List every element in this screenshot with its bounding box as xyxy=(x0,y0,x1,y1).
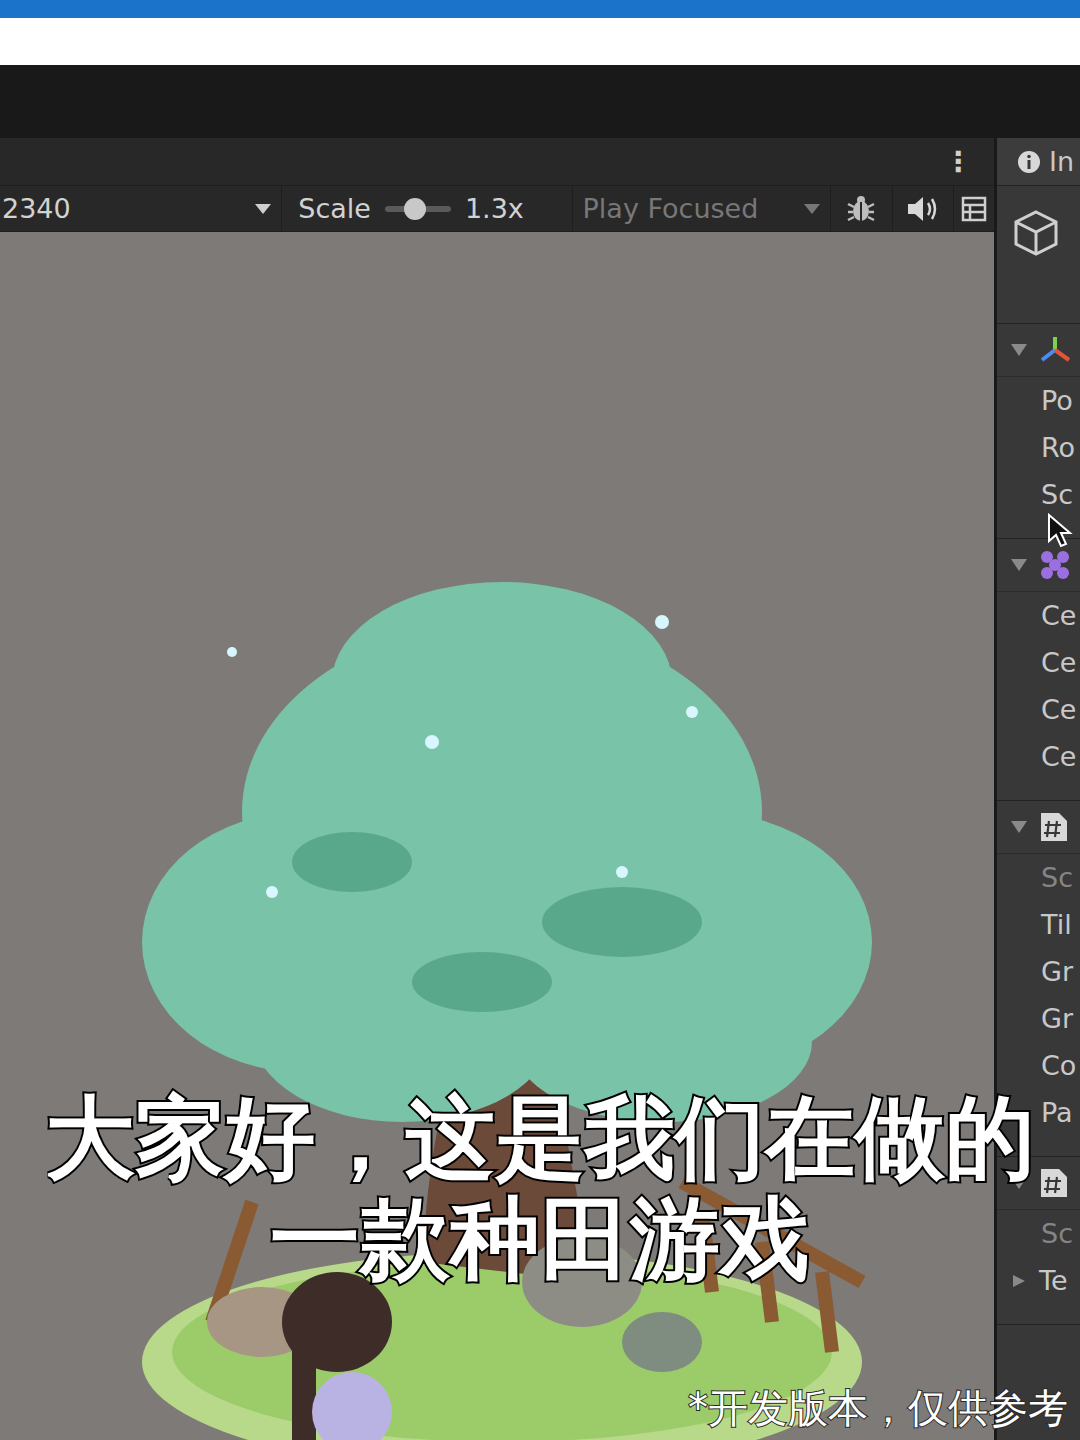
component-header[interactable] xyxy=(997,539,1080,592)
property-row[interactable]: Ce xyxy=(997,733,1080,780)
subtitle-overlay: 大家好，这是我们在做的一款种田游戏 xyxy=(0,1088,1080,1290)
scale-label: Scale xyxy=(298,193,371,224)
property-row[interactable]: Ce xyxy=(997,592,1080,639)
dropdown-arrow-icon xyxy=(255,204,271,214)
game-toolbar: 2340 Scale 1.3x Play Focused xyxy=(0,185,994,232)
component-section: Po Ro Sc xyxy=(997,324,1080,539)
property-row[interactable]: Gr xyxy=(997,948,1080,995)
property-row[interactable]: Til xyxy=(997,901,1080,948)
game-tab-row: ⋮ xyxy=(0,138,994,185)
transform-icon xyxy=(1039,334,1071,366)
cube-icon xyxy=(1011,208,1061,258)
property-label: Co xyxy=(1011,1050,1076,1081)
mute-audio-button[interactable] xyxy=(893,186,955,231)
scale-control: Scale 1.3x xyxy=(282,186,572,231)
property-row[interactable]: Pa xyxy=(997,1089,1080,1136)
property-label: Ce xyxy=(1011,694,1076,725)
scale-slider[interactable] xyxy=(385,206,451,212)
foldout-arrow-icon xyxy=(1011,821,1027,833)
component-header[interactable] xyxy=(997,324,1080,377)
property-row[interactable]: Sc xyxy=(997,854,1080,901)
foldout-arrow-icon xyxy=(1011,344,1027,356)
scale-slider-knob[interactable] xyxy=(404,198,426,220)
script-icon xyxy=(1039,811,1069,843)
speaker-icon xyxy=(906,194,940,224)
property-row[interactable]: Po xyxy=(997,377,1080,424)
play-mode-label: Play Focused xyxy=(583,193,759,224)
bug-icon xyxy=(844,192,878,226)
component-header[interactable] xyxy=(997,801,1080,854)
property-label: Sc xyxy=(1011,479,1073,510)
property-label: Sc xyxy=(1011,1218,1073,1249)
property-label: Sc xyxy=(1011,862,1073,893)
stats-button[interactable] xyxy=(954,186,994,231)
mouse-cursor-icon xyxy=(1047,513,1073,549)
foldout-arrow-icon xyxy=(1011,1177,1027,1189)
play-mode-dropdown[interactable]: Play Focused xyxy=(573,186,831,231)
component-section: Sc Til Gr Gr Co Pa xyxy=(997,801,1080,1157)
subtitle-line: 大家好，这是我们在做的 xyxy=(45,1088,1035,1189)
screen: ⋮2340Scale1.3xPlay FocusedInPoRoScCeCeCe… xyxy=(0,0,1080,1440)
property-label: Ce xyxy=(1011,741,1076,772)
browser-bar xyxy=(0,0,1080,18)
script-icon xyxy=(1039,1167,1069,1199)
component-section: Ce Ce Ce Ce xyxy=(997,539,1080,801)
property-label: Ce xyxy=(1011,600,1076,631)
editor-title-bar xyxy=(0,65,1080,138)
foldout-arrow-icon xyxy=(1011,1275,1027,1287)
game-panel: ⋮ 2340 Scale 1.3x Play Focused xyxy=(0,138,994,1440)
resolution-dropdown[interactable]: 2340 xyxy=(0,186,282,231)
info-icon xyxy=(1017,150,1041,174)
grid-icon xyxy=(961,196,987,222)
property-label: Ro xyxy=(1011,432,1075,463)
property-label: Til xyxy=(1011,909,1072,940)
property-label: Gr xyxy=(1011,1003,1073,1034)
property-row[interactable]: Co xyxy=(997,1042,1080,1089)
property-label: Pa xyxy=(1011,1097,1073,1128)
editor-main: ⋮2340Scale1.3xPlay FocusedInPoRoScCeCeCe… xyxy=(0,138,1080,1440)
property-row[interactable]: Sc xyxy=(997,1210,1080,1257)
property-row[interactable]: Te xyxy=(997,1257,1080,1304)
property-label: Te xyxy=(1039,1265,1068,1296)
scale-value: 1.3x xyxy=(465,193,524,224)
panel-menu-button[interactable]: ⋮ xyxy=(944,145,972,178)
inspector-panel: In Po Ro Sc Ce Ce Ce Ce Sc Til Gr Gr Co Pa Sc Te xyxy=(997,138,1080,1440)
property-row[interactable]: Ce xyxy=(997,686,1080,733)
foldout-arrow-icon xyxy=(1011,559,1027,571)
debug-button[interactable] xyxy=(831,186,893,231)
inspector-tab[interactable]: In xyxy=(997,138,1080,186)
inspector-tab-label: In xyxy=(1049,146,1074,177)
grid-icon xyxy=(1039,549,1071,581)
property-label: Gr xyxy=(1011,956,1073,987)
property-label: Po xyxy=(1011,385,1073,416)
game-viewport[interactable] xyxy=(0,232,994,1440)
resolution-label: 2340 xyxy=(2,193,71,224)
property-row[interactable]: Sc xyxy=(997,471,1080,518)
property-row[interactable]: Ce xyxy=(997,639,1080,686)
component-header[interactable] xyxy=(997,1157,1080,1210)
property-row[interactable]: Ro xyxy=(997,424,1080,471)
component-section: Sc Te xyxy=(997,1157,1080,1325)
dropdown-arrow-icon xyxy=(804,204,820,214)
property-label: Ce xyxy=(1011,647,1076,678)
game-scene-picture xyxy=(102,562,902,1440)
object-header xyxy=(997,186,1080,324)
watermark: *开发版本，仅供参考 xyxy=(688,1381,1068,1436)
page-header xyxy=(0,18,1080,65)
subtitle-line: 一款种田游戏 xyxy=(270,1189,810,1290)
property-row[interactable]: Gr xyxy=(997,995,1080,1042)
